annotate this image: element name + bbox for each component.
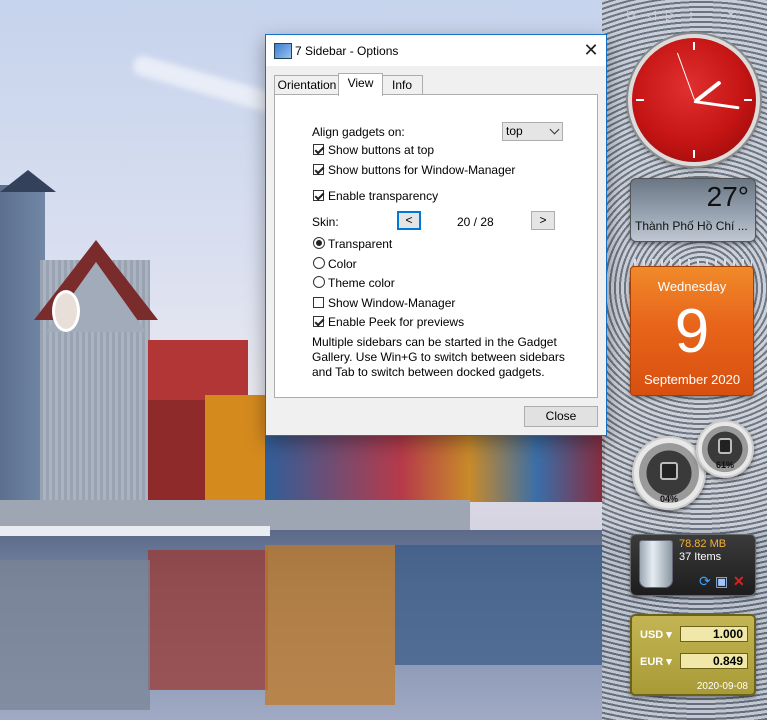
- show-buttons-top-label[interactable]: Show buttons at top: [328, 143, 434, 157]
- ram-usage: 61%: [715, 460, 734, 470]
- clock-second-hand: [676, 52, 695, 100]
- ram-chip-icon: [718, 438, 732, 454]
- recycle-bin-items: 37 Items: [679, 551, 722, 563]
- recycle-bin-gadget[interactable]: 78.82 MB 37 Items ⟳ ▣ ✕: [630, 534, 756, 596]
- enable-peek-label[interactable]: Enable Peek for previews: [328, 315, 464, 329]
- close-sidebar-icon[interactable]: ✕: [724, 8, 738, 22]
- enable-transparency-checkbox[interactable]: [313, 190, 324, 201]
- show-buttons-top-checkbox[interactable]: [313, 144, 324, 155]
- show-buttons-wm-label[interactable]: Show buttons for Window-Manager: [328, 163, 515, 177]
- dialog-title: 7 Sidebar - Options: [295, 44, 399, 58]
- theme-color-label[interactable]: Theme color: [328, 276, 395, 290]
- recycle-bin-size: 78.82 MB: [679, 538, 727, 550]
- sidebar-top-buttons: ⧉ ◁ ▷ + − ✕: [624, 6, 764, 24]
- skin-prev-button[interactable]: <: [397, 211, 421, 230]
- reflection-orange: [265, 545, 395, 705]
- calendar-month-year: September 2020: [643, 372, 741, 387]
- cpu-usage: 04%: [659, 494, 678, 504]
- show-window-manager-checkbox[interactable]: [313, 297, 324, 308]
- round-window: [52, 290, 80, 332]
- minimize-icon[interactable]: −: [704, 8, 718, 22]
- transparent-label[interactable]: Transparent: [328, 237, 392, 251]
- empty-bin-icon[interactable]: ✕: [733, 573, 745, 590]
- align-value: top: [506, 124, 523, 138]
- tab-orientation[interactable]: Orientation: [274, 75, 340, 95]
- next-icon[interactable]: ▷: [664, 8, 678, 22]
- enable-transparency-label[interactable]: Enable transparency: [328, 189, 438, 203]
- blue-house: [0, 185, 45, 505]
- clock-minute-hand: [693, 100, 740, 110]
- walkway: [0, 526, 270, 536]
- add-gadget-icon[interactable]: +: [684, 8, 698, 22]
- reflection-red: [148, 550, 268, 690]
- theme-color-radio[interactable]: [313, 276, 325, 288]
- cpu-chip-icon: [660, 462, 678, 480]
- recycle-bin-icon: [639, 540, 673, 588]
- orange-house: [205, 395, 267, 500]
- currency-value-usd: 1.000: [680, 626, 748, 642]
- enable-peek-checkbox[interactable]: [313, 316, 324, 327]
- color-label[interactable]: Color: [328, 257, 357, 271]
- options-dialog: 7 Sidebar - Options ✕ Orientation View I…: [265, 34, 607, 436]
- weather-temperature: 27°: [706, 181, 749, 212]
- currency-date: 2020-09-08: [696, 681, 748, 692]
- calendar-gadget[interactable]: Wednesday 9 September 2020: [630, 266, 754, 396]
- tab-info[interactable]: Info: [381, 75, 423, 95]
- clock-gadget[interactable]: [628, 34, 760, 166]
- currency-value-eur: 0.849: [680, 653, 748, 669]
- close-icon[interactable]: ✕: [576, 35, 606, 66]
- open-bin-icon[interactable]: ▣: [715, 573, 728, 590]
- color-radio[interactable]: [313, 257, 325, 269]
- currency-code-eur[interactable]: EUR ▾: [640, 655, 672, 668]
- skin-label: Skin:: [312, 215, 339, 229]
- refresh-icon[interactable]: ⟳: [699, 573, 711, 590]
- currency-gadget[interactable]: USD ▾ 1.000 EUR ▾ 0.849 2020-09-08: [630, 614, 756, 696]
- tab-view[interactable]: View: [338, 73, 383, 96]
- reflection-grey: [0, 560, 150, 710]
- help-note: Multiple sidebars can be started in the …: [312, 335, 565, 379]
- cpu-meter[interactable]: 04%: [632, 436, 706, 510]
- blue-house-roof: [0, 170, 56, 192]
- transparent-radio[interactable]: [313, 237, 325, 249]
- ram-meter[interactable]: 61%: [696, 420, 754, 478]
- align-label: Align gadgets on:: [312, 125, 405, 139]
- reflection-blue: [395, 545, 605, 665]
- back-houses: [265, 432, 605, 502]
- chevron-down-icon: [549, 124, 560, 135]
- window-manager-icon[interactable]: ⧉: [624, 8, 638, 22]
- weather-gadget[interactable]: 27° Thành Phố Hồ Chí ...: [630, 178, 756, 242]
- close-button[interactable]: Close: [524, 406, 598, 427]
- calendar-day: 9: [674, 297, 710, 366]
- skin-next-button[interactable]: >: [531, 211, 555, 230]
- skin-counter: 20 / 28: [457, 215, 494, 229]
- red-house-roof: [148, 340, 248, 400]
- currency-code-usd[interactable]: USD ▾: [640, 628, 672, 641]
- title-bar[interactable]: 7 Sidebar - Options ✕: [266, 35, 606, 66]
- weather-city: Thành Phố Hồ Chí ...: [635, 219, 748, 233]
- prev-icon[interactable]: ◁: [644, 8, 658, 22]
- view-panel: Align gadgets on: top Show buttons at to…: [274, 94, 598, 398]
- app-icon: [274, 43, 292, 59]
- show-buttons-wm-checkbox[interactable]: [313, 164, 324, 175]
- calendar-weekday: Wednesday: [657, 279, 727, 294]
- show-window-manager-label[interactable]: Show Window-Manager: [328, 296, 455, 310]
- align-select[interactable]: top: [502, 122, 563, 141]
